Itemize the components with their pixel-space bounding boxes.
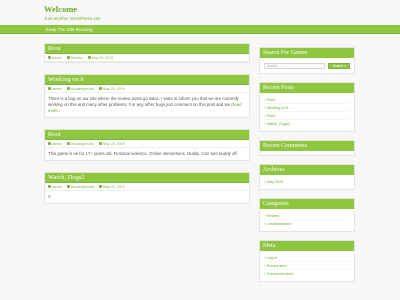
post-title[interactable]: Watch_Dogs2 bbox=[45, 173, 249, 183]
post-title[interactable]: Root bbox=[45, 44, 249, 54]
search-widget: Search For Games Search ... Search » bbox=[259, 47, 355, 74]
folder-icon bbox=[66, 56, 70, 59]
post-date[interactable]: May 29, 2019 bbox=[92, 56, 114, 60]
archive-link[interactable]: »May 2019 bbox=[264, 178, 350, 186]
chevron-right-icon: » bbox=[264, 214, 266, 218]
widget-title: Search For Games bbox=[260, 48, 354, 58]
widget-title: Meta bbox=[260, 241, 354, 251]
category-label[interactable]: Review bbox=[267, 214, 279, 218]
recent-post-link[interactable]: »Root bbox=[264, 112, 350, 120]
main-content: Root admin Review May 29, 2019 Working o… bbox=[44, 43, 250, 215]
widget-title: Archives bbox=[260, 165, 354, 175]
chevron-right-icon: » bbox=[264, 256, 266, 260]
post-category[interactable]: Uncategorized bbox=[71, 185, 94, 189]
recent-post-label[interactable]: Working on it bbox=[267, 106, 288, 110]
search-input[interactable]: Search ... bbox=[264, 62, 326, 69]
post-author[interactable]: admin bbox=[52, 185, 62, 189]
post-excerpt-text: There is a bug on our site where the rev… bbox=[48, 96, 239, 107]
post-date[interactable]: May 25, 2019 bbox=[103, 87, 125, 91]
main-navbar: Keep The Site Running bbox=[0, 25, 400, 34]
recent-posts-widget: Recent Posts »Root »Working on it »Root … bbox=[259, 82, 355, 132]
chevron-right-icon: » bbox=[264, 180, 266, 184]
recent-comments-widget: Recent Comments bbox=[259, 140, 355, 156]
user-icon bbox=[48, 56, 51, 59]
post-date[interactable]: May 25, 2019 bbox=[103, 142, 125, 146]
post-category[interactable]: Review bbox=[71, 56, 83, 60]
post: Root admin Review May 29, 2019 bbox=[44, 43, 250, 63]
post-author[interactable]: admin bbox=[52, 56, 62, 60]
post-author[interactable]: admin bbox=[52, 142, 62, 146]
chevron-right-icon: » bbox=[264, 272, 266, 276]
post: Root admin Uncategorized May 25, 2019 Th… bbox=[44, 129, 250, 161]
recent-post-label[interactable]: Root bbox=[267, 98, 275, 102]
post-excerpt: There is a bug on our site where the rev… bbox=[45, 93, 249, 117]
widget-title: Recent Comments bbox=[260, 141, 354, 151]
post-title[interactable]: Working on it bbox=[45, 75, 249, 85]
post-category[interactable]: Uncategorized bbox=[71, 87, 94, 91]
sidebar: Search For Games Search ... Search » Rec… bbox=[259, 47, 355, 290]
site-header: Welcome Just another WordPress site bbox=[44, 4, 364, 21]
post-category[interactable]: Uncategorized bbox=[71, 142, 94, 146]
meta-link[interactable]: »Entries feed bbox=[264, 262, 350, 270]
archive-label[interactable]: May 2019 bbox=[267, 180, 283, 184]
post-excerpt-text: V bbox=[48, 194, 51, 199]
chevron-right-icon: » bbox=[264, 114, 266, 118]
post-meta: admin Uncategorized May 25, 2019 bbox=[45, 85, 249, 93]
chevron-right-icon: » bbox=[264, 264, 266, 268]
calendar-icon bbox=[98, 185, 102, 188]
folder-icon bbox=[66, 87, 70, 90]
post-date[interactable]: May 24, 2019 bbox=[103, 185, 125, 189]
meta-link[interactable]: »Comments feed bbox=[264, 270, 350, 278]
meta-label[interactable]: Log in bbox=[267, 256, 277, 260]
post-author[interactable]: admin bbox=[52, 87, 62, 91]
widget-title: Categories bbox=[260, 199, 354, 209]
user-icon bbox=[48, 185, 51, 188]
recent-post-link[interactable]: »Root bbox=[264, 96, 350, 104]
site-title[interactable]: Welcome bbox=[44, 4, 364, 14]
post-excerpt: This game is ok for 17+ years old. Ficti… bbox=[45, 148, 249, 160]
calendar-icon bbox=[98, 87, 102, 90]
recent-post-link[interactable]: »Working on it bbox=[264, 104, 350, 112]
nav-item-keep-site-running[interactable]: Keep The Site Running bbox=[46, 27, 92, 32]
chevron-right-icon: » bbox=[264, 106, 266, 110]
site-description: Just another WordPress site bbox=[44, 16, 101, 21]
calendar-icon bbox=[87, 56, 91, 59]
recent-post-link[interactable]: »Watch_Dogs2 bbox=[264, 120, 350, 128]
calendar-icon bbox=[98, 142, 102, 145]
meta-widget: Meta »Log in »Entries feed »Comments fee… bbox=[259, 240, 355, 282]
meta-label[interactable]: Comments feed bbox=[267, 272, 293, 276]
post: Watch_Dogs2 admin Uncategorized May 24, … bbox=[44, 172, 250, 204]
post-excerpt-text: This game is ok for 17+ years old. Ficti… bbox=[48, 151, 238, 156]
chevron-right-icon: » bbox=[264, 98, 266, 102]
post-excerpt: V bbox=[45, 191, 249, 203]
post-meta: admin Review May 29, 2019 bbox=[45, 54, 249, 62]
category-label[interactable]: Uncategorized bbox=[267, 222, 291, 226]
post: Working on it admin Uncategorized May 25… bbox=[44, 74, 250, 118]
folder-icon bbox=[66, 185, 70, 188]
post-meta: admin Uncategorized May 24, 2019 bbox=[45, 183, 249, 191]
meta-link[interactable]: »Log in bbox=[264, 254, 350, 262]
recent-post-label[interactable]: Root bbox=[267, 114, 275, 118]
meta-label[interactable]: Entries feed bbox=[267, 264, 287, 268]
recent-post-label[interactable]: Watch_Dogs2 bbox=[267, 122, 290, 126]
archives-widget: Archives »May 2019 bbox=[259, 164, 355, 190]
chevron-right-icon: » bbox=[264, 122, 266, 126]
search-button[interactable]: Search » bbox=[328, 62, 350, 69]
post-meta: admin Uncategorized May 25, 2019 bbox=[45, 140, 249, 148]
widget-title: Recent Posts bbox=[260, 83, 354, 93]
chevron-right-icon: » bbox=[264, 222, 266, 226]
category-link[interactable]: »Review bbox=[264, 212, 350, 220]
user-icon bbox=[48, 142, 51, 145]
post-title[interactable]: Root bbox=[45, 130, 249, 140]
categories-widget: Categories »Review »Uncategorized bbox=[259, 198, 355, 232]
category-link[interactable]: »Uncategorized bbox=[264, 220, 350, 228]
user-icon bbox=[48, 87, 51, 90]
folder-icon bbox=[66, 142, 70, 145]
